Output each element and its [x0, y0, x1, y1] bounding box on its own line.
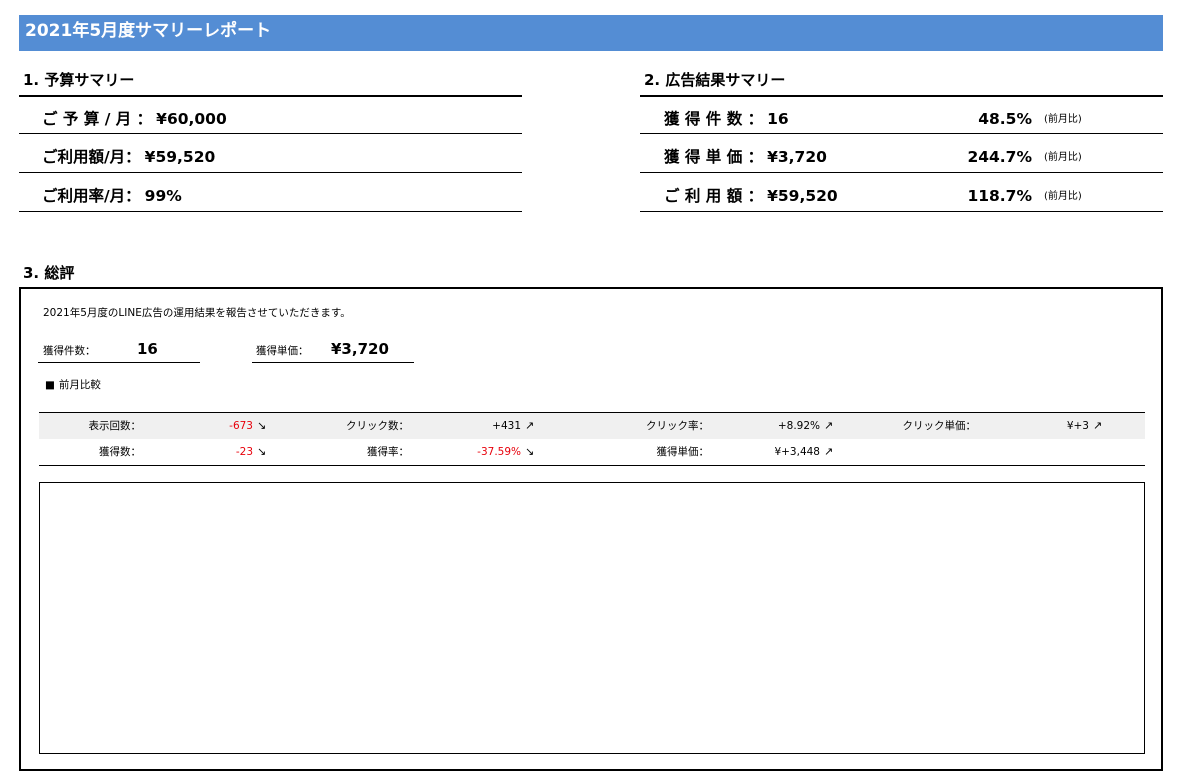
usage-rate-label: ご利用率/月：: [42, 187, 141, 205]
review-comment-area: [39, 482, 1145, 754]
kpi-cpa-label: 獲得単価：: [256, 345, 309, 357]
budget-row-spend: ご利用額/月： ¥59,520: [42, 147, 215, 167]
kpi-rule: [38, 362, 200, 363]
stat-conversions-value: -23: [235, 446, 253, 458]
stat-cpa-label: 獲得単価：: [656, 446, 710, 458]
conversions-pct: 48.5%: [978, 110, 1032, 128]
stat-cvr-label: 獲得率：: [367, 446, 409, 458]
comparison-heading-text: 前月比較: [58, 379, 101, 391]
up-arrow-icon: ↗: [1093, 419, 1103, 432]
ad-spend-pct: 118.7%: [967, 187, 1032, 205]
stat-impressions-value: -673: [229, 420, 253, 432]
stat-clicks-value: +431: [492, 420, 521, 432]
budget-label: ご 予 算 / 月 ：: [42, 110, 153, 128]
stat-ctr-label: クリック率：: [646, 420, 709, 432]
stat-cpc-label: クリック単価：: [902, 420, 977, 432]
stat-ctr-value: +8.92%: [777, 420, 820, 432]
comparison-heading: ■ 前月比較: [45, 377, 101, 393]
budget-row-rule: [19, 133, 522, 134]
square-bullet-icon: ■: [45, 379, 55, 391]
ad-results-heading-rule: [640, 95, 1163, 97]
up-arrow-icon: ↗: [525, 419, 535, 432]
review-heading: 3. 総評: [23, 264, 75, 282]
down-arrow-icon: ↘: [525, 445, 535, 458]
budget-value: ¥60,000: [156, 110, 227, 128]
usage-rate-value: 99%: [144, 187, 182, 205]
budget-row-budget: ご 予 算 / 月 ： ¥60,000: [42, 109, 227, 129]
stats-bottom-rule: [39, 465, 1145, 466]
up-arrow-icon: ↗: [824, 419, 834, 432]
conversions-note: (前月比): [1044, 114, 1082, 125]
stat-impressions-label: 表示回数：: [88, 420, 142, 432]
ad-row-rule: [640, 133, 1163, 134]
spend-label: ご利用額/月：: [42, 148, 141, 166]
stat-cpc-value: ¥+3: [1066, 420, 1089, 432]
budget-heading-rule: [19, 95, 522, 97]
conversions-label: 獲 得 件 数 ：: [664, 110, 764, 128]
budget-summary-heading: 1. 予算サマリー: [23, 71, 135, 89]
down-arrow-icon: ↘: [257, 419, 267, 432]
ad-row-rule: [640, 172, 1163, 173]
ad-results-heading: 2. 広告結果サマリー: [644, 71, 786, 89]
down-arrow-icon: ↘: [257, 445, 267, 458]
stat-conversions-label: 獲得数：: [99, 446, 141, 458]
stat-cvr-value: -37.59%: [477, 446, 521, 458]
spend-value: ¥59,520: [144, 148, 216, 166]
stat-clicks-label: クリック数：: [346, 420, 409, 432]
kpi-cpa-value: ¥3,720: [331, 340, 389, 358]
stat-cpa-value: ¥+3,448: [774, 446, 820, 458]
ad-row-spend: ご 利 用 額 ： ¥59,520: [664, 186, 838, 206]
ad-spend-value: ¥59,520: [767, 187, 838, 205]
kpi-conversions-value: 16: [137, 340, 158, 358]
review-intro: 2021年5月度のLINE広告の運用結果を報告させていただきます。: [43, 307, 351, 319]
budget-row-rule: [19, 172, 522, 173]
cpa-pct: 244.7%: [967, 148, 1032, 166]
ad-spend-label: ご 利 用 額 ：: [664, 187, 764, 205]
cpa-value: ¥3,720: [767, 148, 827, 166]
conversions-value: 16: [767, 110, 789, 128]
ad-row-cpa: 獲 得 単 価 ： ¥3,720: [664, 147, 827, 167]
ad-spend-note: (前月比): [1044, 191, 1082, 202]
kpi-rule: [252, 362, 414, 363]
budget-row-rate: ご利用率/月： 99%: [42, 186, 182, 206]
up-arrow-icon: ↗: [824, 445, 834, 458]
cpa-note: (前月比): [1044, 152, 1082, 163]
review-box: 2021年5月度のLINE広告の運用結果を報告させていただきます。 獲得件数： …: [19, 287, 1163, 771]
report-title: 2021年5月度サマリーレポート: [19, 15, 1163, 51]
ad-row-rule: [640, 211, 1163, 212]
kpi-conversions-label: 獲得件数：: [43, 345, 96, 357]
cpa-label: 獲 得 単 価 ：: [664, 148, 764, 166]
budget-row-rule: [19, 211, 522, 212]
ad-row-conversions: 獲 得 件 数 ： 16: [664, 109, 789, 129]
